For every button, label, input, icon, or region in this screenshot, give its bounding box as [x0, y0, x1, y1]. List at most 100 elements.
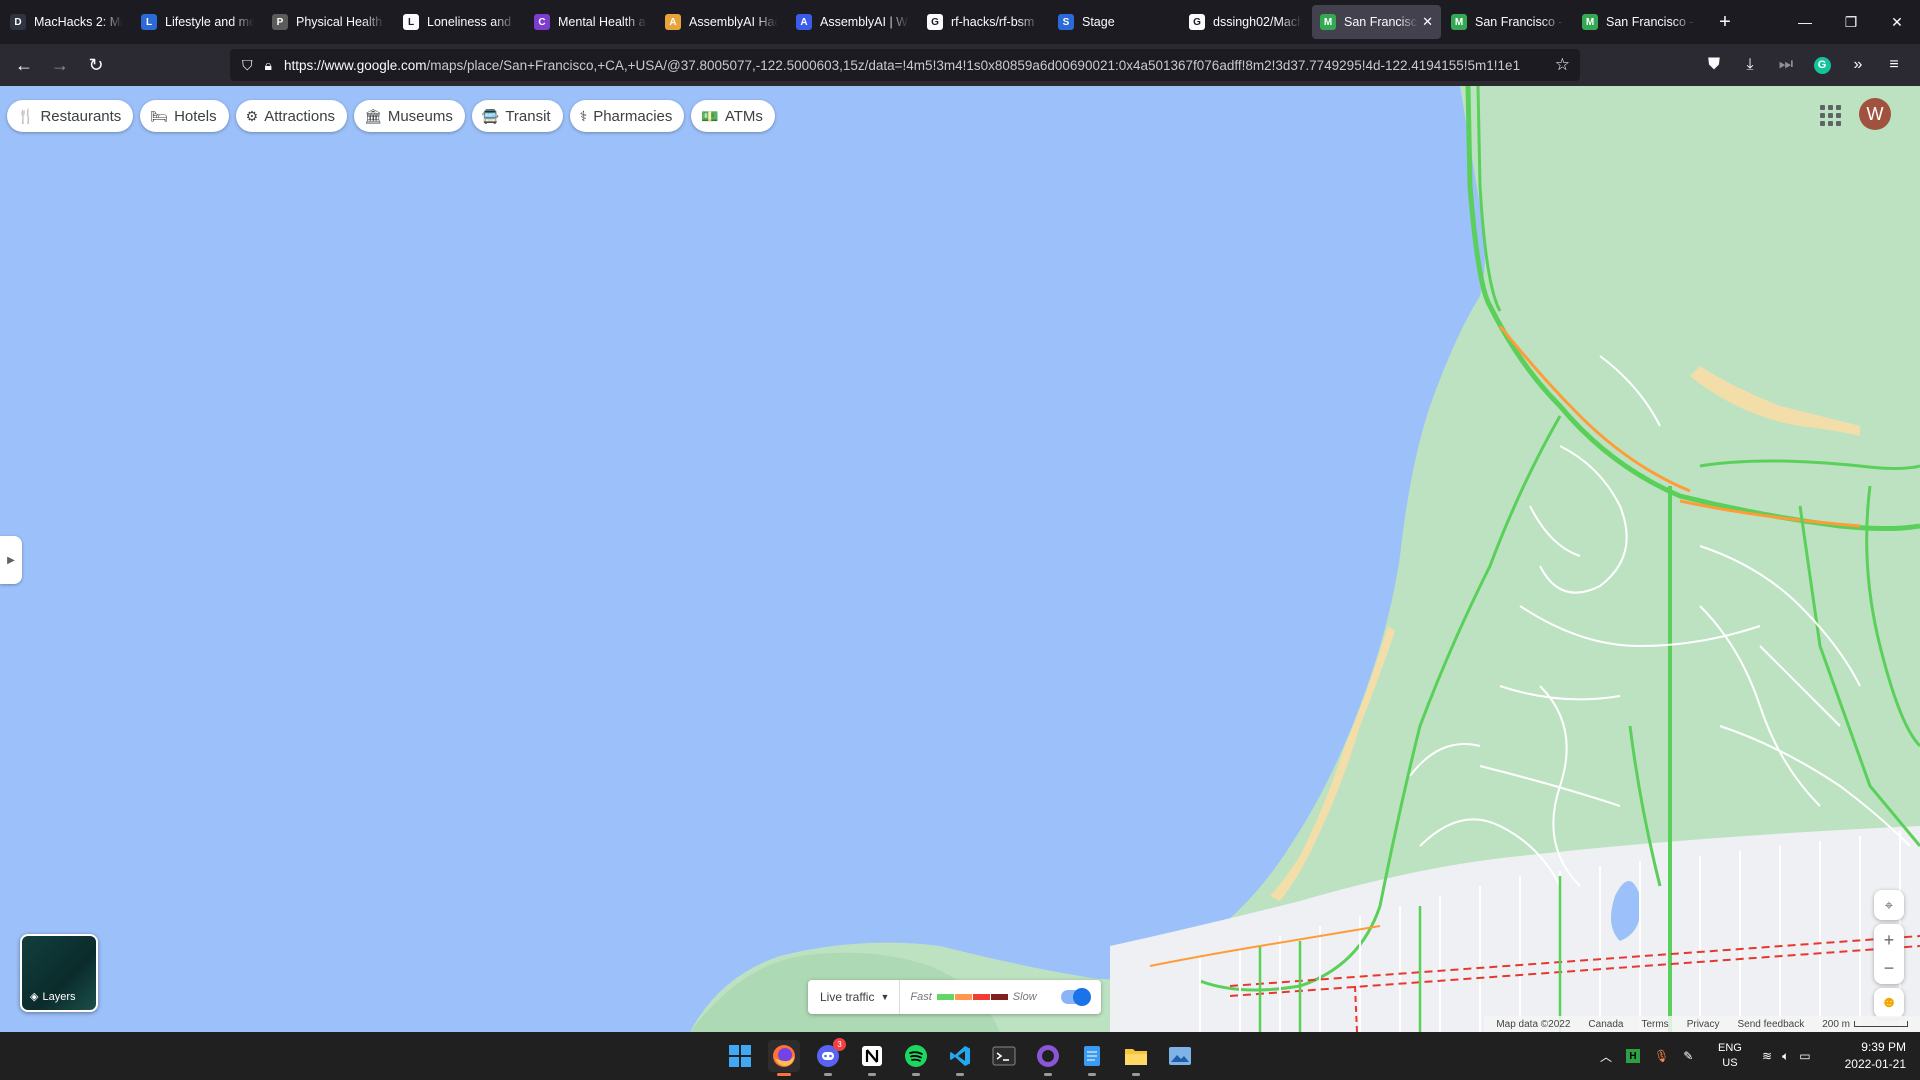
spotify-icon[interactable] — [900, 1040, 932, 1076]
tab-title: San Francisco - G — [1475, 15, 1564, 29]
close-tab-icon[interactable]: ✕ — [1422, 14, 1433, 30]
category-chip-atms[interactable]: 💵 ATMs — [691, 100, 775, 132]
tab-favicon-icon: A — [665, 14, 681, 30]
browser-tab[interactable]: A AssemblyAI Hack — [657, 5, 786, 39]
lock-icon[interactable]: 🔒︎ — [265, 57, 272, 74]
minimize-window-button[interactable]: — — [1782, 0, 1828, 44]
reload-button[interactable]: ↻ — [78, 49, 114, 81]
browser-tab[interactable]: M San Francisco ✕ — [1312, 5, 1441, 39]
terminal-icon[interactable] — [988, 1040, 1020, 1072]
traffic-mode-dropdown[interactable]: Live traffic ▼ — [808, 980, 901, 1014]
system-tray: ︿ H 🎙︎ ✎ — [1600, 1032, 1693, 1080]
url-text[interactable]: https://www.google.com/maps/place/San+Fr… — [284, 58, 1545, 73]
github-desktop-icon[interactable] — [1032, 1040, 1064, 1076]
browser-tab[interactable]: P Physical Health a — [264, 5, 393, 39]
vscode-icon[interactable] — [944, 1040, 976, 1076]
send-feedback-link[interactable]: Send feedback — [1737, 1019, 1804, 1030]
shield-icon[interactable]: ⛉ — [242, 57, 253, 74]
photos-icon[interactable] — [1164, 1040, 1196, 1072]
language-label: ENG — [1718, 1042, 1742, 1054]
start-icon[interactable] — [724, 1040, 756, 1072]
tab-title: MacHacks 2: Ma — [34, 15, 123, 29]
tab-title: Physical Health a — [296, 15, 385, 29]
quick-settings[interactable]: ≋ 🔈︎ ▭ — [1762, 1032, 1811, 1080]
browser-tab[interactable]: Grf-hacks/rf-bsm — [919, 5, 1048, 39]
bookmark-star-icon[interactable]: ☆ — [1555, 55, 1570, 75]
category-chip-attractions[interactable]: ⚙ Attractions — [235, 100, 348, 132]
media-skip-icon[interactable]: ⏭ — [1769, 49, 1803, 81]
expand-side-panel-button[interactable]: ▶ — [0, 536, 22, 584]
back-arrow-icon: ← — [15, 54, 33, 75]
clock[interactable]: 9:39 PM 2022-01-21 — [1845, 1039, 1906, 1073]
traffic-fast-label: Fast — [910, 991, 932, 1003]
tab-favicon-icon: C — [534, 14, 550, 30]
tab-title: AssemblyAI Hack — [689, 15, 778, 29]
category-chip-hotels[interactable]: 🛏 Hotels — [140, 100, 229, 132]
terms-link[interactable]: Terms — [1641, 1019, 1668, 1030]
app-tray-h-icon[interactable]: H — [1626, 1049, 1641, 1063]
map-footer: Map data ©2022 Canada Terms Privacy Send… — [1484, 1016, 1920, 1032]
account-avatar[interactable]: W — [1859, 98, 1891, 130]
zoom-out-button[interactable]: − — [1884, 954, 1895, 982]
navigation-toolbar: ← → ↻ ⛉ 🔒︎ https://www.google.com/maps/p… — [0, 44, 1920, 86]
region-label: US — [1722, 1057, 1738, 1069]
more-tools-chevron-icon[interactable]: » — [1841, 49, 1875, 81]
close-window-button[interactable]: ✕ — [1874, 0, 1920, 44]
google-apps-grid-icon[interactable] — [1815, 100, 1845, 130]
fork-knife-icon: 🍴 — [17, 107, 35, 124]
browser-tab[interactable]: S Stage — [1050, 5, 1179, 39]
downloads-icon[interactable]: ⤓ — [1733, 49, 1767, 81]
category-chip-pharmacies[interactable]: ⚕ Pharmacies — [569, 100, 685, 132]
browser-tab[interactable]: C Mental Health ar — [526, 5, 655, 39]
battery-icon: ▭ — [1799, 1049, 1811, 1063]
traffic-toggle[interactable] — [1060, 988, 1091, 1006]
file-explorer-icon[interactable] — [1120, 1040, 1152, 1076]
url-path: /maps/place/San+Francisco,+CA,+USA/@37.8… — [426, 57, 1521, 73]
browser-tab[interactable]: L Lifestyle and me — [133, 5, 262, 39]
firefox-icon[interactable] — [768, 1040, 800, 1076]
pocket-icon[interactable]: ⛊ — [1697, 49, 1731, 81]
my-location-button[interactable]: ⌖ — [1874, 890, 1904, 920]
back-button[interactable]: ← — [6, 49, 42, 81]
language-indicator[interactable]: ENG US — [1718, 1032, 1742, 1080]
browser-tab[interactable]: Gdssingh02/Mach — [1181, 5, 1310, 39]
layers-stack-icon: ◈ — [30, 991, 39, 1003]
restore-window-button[interactable]: ❐ — [1828, 0, 1874, 44]
notion-icon[interactable] — [856, 1040, 888, 1076]
scale-bar[interactable]: 200 m — [1822, 1019, 1908, 1030]
traffic-mode-label: Live traffic — [820, 990, 875, 1004]
forward-button[interactable]: → — [42, 49, 78, 81]
discord-icon[interactable]: 3 — [812, 1038, 846, 1076]
chip-label: Pharmacies — [593, 107, 673, 125]
pharmacy-icon: ⚕ — [579, 107, 588, 124]
address-bar[interactable]: ⛉ 🔒︎ https://www.google.com/maps/place/S… — [230, 49, 1580, 81]
category-chip-transit[interactable]: 🚍 Transit — [471, 100, 563, 132]
notepad-icon[interactable] — [1076, 1040, 1108, 1076]
chevron-up-icon[interactable]: ︿ — [1600, 1048, 1612, 1065]
tab-title: Stage — [1082, 15, 1115, 29]
category-chip-museums[interactable]: 🏛 Museums — [354, 100, 465, 132]
layers-button[interactable]: ◈ Layers — [20, 934, 98, 1012]
tab-title: Lifestyle and me — [165, 15, 254, 29]
browser-tab[interactable]: M San Francisco - G — [1443, 5, 1572, 39]
pen-icon[interactable]: ✎ — [1683, 1049, 1693, 1063]
tab-favicon-icon: A — [796, 14, 812, 30]
browser-tab[interactable]: L Loneliness and s — [395, 5, 524, 39]
crosshair-icon: ⌖ — [1884, 896, 1894, 914]
zoom-in-button[interactable]: + — [1884, 926, 1895, 954]
pegman-street-view-button[interactable]: ☻ — [1874, 988, 1904, 1018]
grammarly-extension-icon[interactable]: G — [1805, 49, 1839, 81]
traffic-legend-swatch — [936, 994, 954, 1000]
bed-icon: 🛏 — [150, 107, 169, 124]
browser-tab[interactable]: A AssemblyAI | Wa — [788, 5, 917, 39]
privacy-link[interactable]: Privacy — [1687, 1019, 1720, 1030]
browser-tab[interactable]: M San Francisco - G — [1574, 5, 1703, 39]
country-link[interactable]: Canada — [1588, 1019, 1623, 1030]
microphone-icon[interactable]: 🎙︎ — [1654, 1049, 1669, 1063]
map-tiles[interactable] — [0, 86, 1920, 1032]
map-canvas[interactable]: 🍴 Restaurants 🛏 Hotels ⚙ Attractions 🏛 Museums 🚍… — [0, 86, 1920, 1032]
hamburger-menu-icon[interactable]: ≡ — [1877, 49, 1911, 81]
browser-tab[interactable]: D MacHacks 2: Ma — [2, 5, 131, 39]
new-tab-button[interactable]: + — [1707, 5, 1743, 39]
category-chip-restaurants[interactable]: 🍴 Restaurants — [7, 100, 134, 132]
